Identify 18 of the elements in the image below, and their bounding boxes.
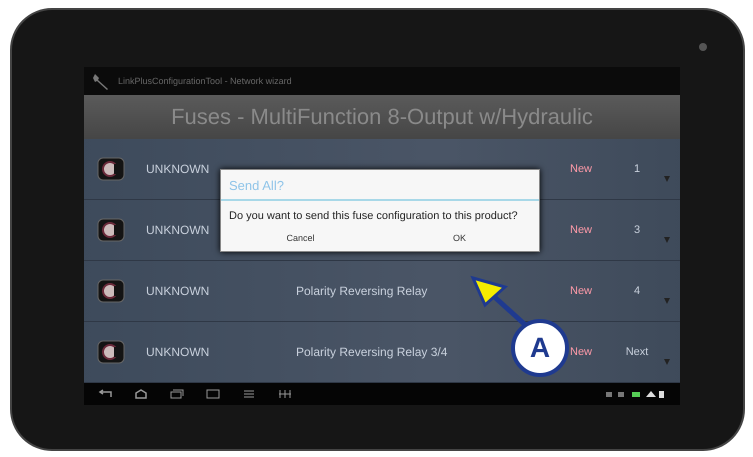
fuse-status: New <box>570 346 594 358</box>
app-title: LinkPlusConfigurationTool - Network wizard <box>118 76 292 86</box>
dialog-title: Send All? <box>221 170 539 201</box>
fuse-number: Next <box>624 346 650 358</box>
fuse-status: New <box>570 224 594 236</box>
fuse-name: UNKNOWN <box>145 223 210 237</box>
fuse-number: 4 <box>632 285 642 297</box>
fuse-name: UNKNOWN <box>145 162 210 176</box>
fuse-label: Polarity Reversing Relay 3/4 <box>296 345 448 359</box>
fuse-status: New <box>570 163 594 175</box>
fuse-name: UNKNOWN <box>145 284 210 298</box>
dialog-message: Do you want to send this fuse configuration to this product? <box>228 209 519 224</box>
fuse-number: 1 <box>632 163 642 175</box>
fuse-name: UNKNOWN <box>145 345 210 359</box>
fuse-label: Polarity Reversing Relay <box>296 284 428 298</box>
fuse-status: New <box>570 285 594 297</box>
fuse-number: 3 <box>632 224 642 236</box>
page-title: Fuses - MultiFunction 8-Output w/Hydraulic <box>171 104 593 130</box>
